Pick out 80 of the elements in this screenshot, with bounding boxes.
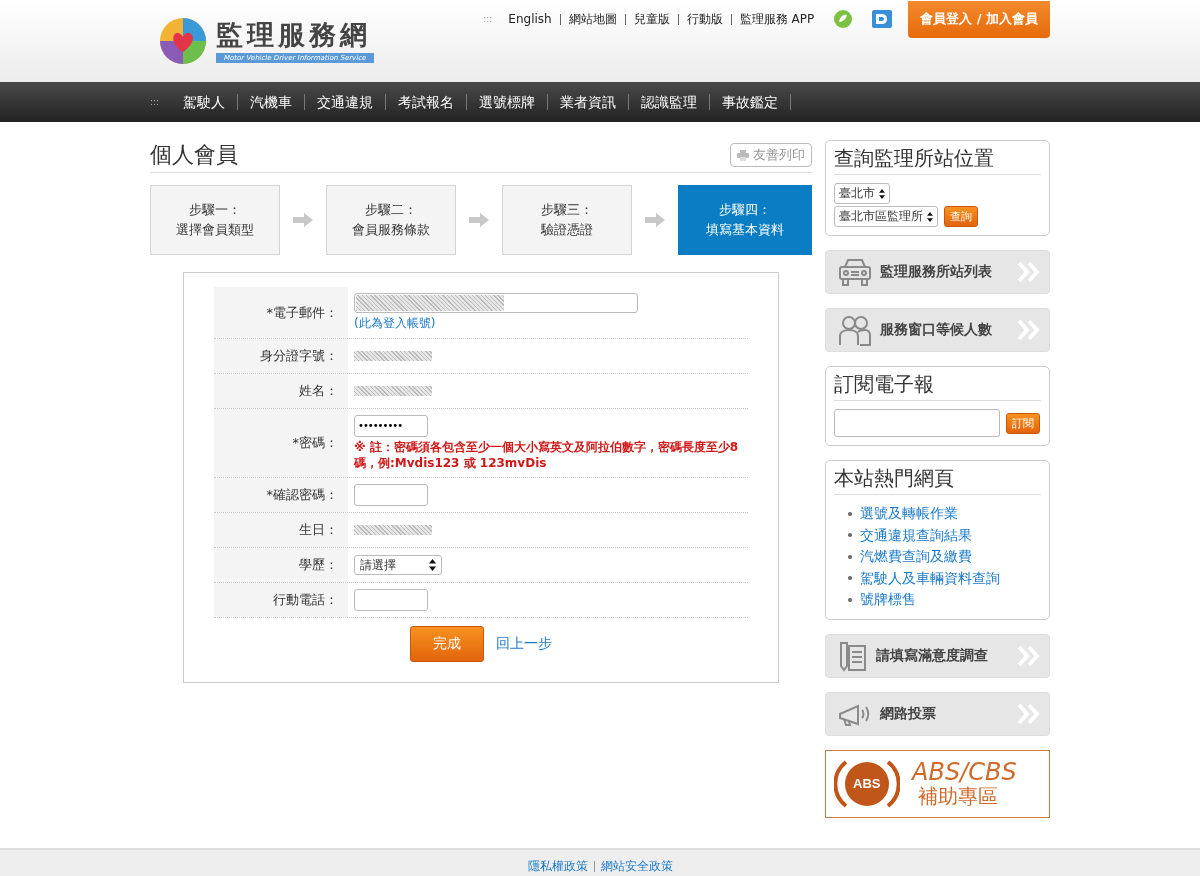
nav-marker: ::: [150, 97, 160, 107]
mark-icon[interactable] [872, 10, 893, 28]
back-link[interactable]: 回上一步 [496, 635, 552, 653]
updown-icon [927, 211, 933, 222]
bullet-icon [848, 576, 852, 581]
field-label: *電子郵件： [214, 287, 348, 338]
double-chevron-icon [1017, 644, 1041, 667]
links-marker: ::: [483, 14, 493, 24]
double-chevron-icon [1017, 702, 1041, 725]
arrow-icon [293, 213, 313, 227]
popular-link[interactable]: 駕駛人及車輛資料查詢 [860, 567, 1000, 589]
step-box: 步驟二： 會員服務條款 [326, 185, 456, 255]
site-title: 監理服務網 [216, 19, 372, 51]
printer-icon [737, 149, 749, 161]
car-icon [838, 257, 872, 287]
header-link[interactable]: 兒童版 [633, 10, 670, 28]
popular-link[interactable]: 汽燃費查詢及繳費 [860, 546, 972, 568]
bullet-icon [848, 554, 852, 559]
input-field[interactable] [354, 589, 428, 611]
sidebar-link[interactable]: 服務窗口等候人數 [825, 308, 1050, 352]
field-label: 生日： [214, 513, 348, 547]
field-label: 身分證字號： [214, 339, 348, 373]
field-label: 行動電話： [214, 583, 348, 617]
updown-icon [879, 188, 885, 199]
footer-link[interactable]: 隱私權政策 [527, 858, 588, 875]
bullet-icon [848, 533, 852, 538]
header-link[interactable]: 行動版 [686, 10, 723, 28]
footer-link[interactable]: 網站安全政策 [600, 858, 673, 875]
bullet-icon [848, 597, 852, 602]
double-chevron-icon [1017, 261, 1041, 283]
field-label: 姓名： [214, 374, 348, 408]
bullet-icon [848, 511, 852, 516]
email-field[interactable] [354, 293, 638, 313]
education-select[interactable]: 請選擇 [354, 555, 442, 575]
abs-banner[interactable]: ABS ABS/CBS 補助專區 [825, 749, 1050, 818]
popular-link[interactable]: 號牌標售 [860, 589, 916, 611]
header-link[interactable]: English [508, 12, 552, 26]
nav-item[interactable]: 交通違規 [305, 94, 387, 110]
city-select[interactable]: 臺北市 [834, 183, 890, 204]
arrow-icon [645, 213, 665, 227]
nav-item[interactable]: 認識監理 [629, 94, 711, 110]
popular-link[interactable]: 交通違規查詢結果 [860, 524, 972, 546]
updown-icon [429, 559, 436, 571]
step-box: 步驟三： 驗證憑證 [502, 185, 632, 255]
nav-item[interactable]: 駕駛人 [171, 94, 239, 110]
header-link[interactable]: 網站地圖 [568, 10, 617, 28]
nav-item[interactable]: 業者資訊 [548, 94, 630, 110]
banner-title: ABS/CBS [912, 759, 1017, 784]
header-link[interactable]: 監理服務 APP [739, 10, 815, 28]
double-chevron-icon [1017, 319, 1041, 341]
field-label: 學歷： [214, 548, 348, 582]
sidebar-link[interactable]: 監理服務所站列表 [825, 250, 1050, 294]
field-hint: (此為登入帳號) [354, 315, 436, 332]
logo-icon [158, 16, 208, 66]
document-icon [838, 639, 868, 672]
office-select[interactable]: 臺北市區監理所 [834, 206, 938, 227]
step-box: 步驟一： 選擇會員類型 [150, 185, 280, 255]
nav-item[interactable]: 汽機車 [238, 94, 306, 110]
banner-subtitle: 補助專區 [917, 783, 999, 808]
email-field[interactable] [834, 409, 1000, 437]
box-title: 查詢監理所站位置 [834, 145, 1041, 175]
nav-item[interactable]: 考試報名 [386, 94, 468, 110]
input-field[interactable] [354, 484, 428, 506]
sidebar-link[interactable]: 網路投票 [825, 691, 1050, 736]
nav-item[interactable]: 選號標牌 [467, 94, 549, 110]
sidebar-link[interactable]: 請填寫滿意度調查 [825, 633, 1050, 678]
page-title: 個人會員 [150, 141, 238, 169]
people-icon [838, 314, 872, 346]
password-note: ※ 註：密碼須各包含至少一個大小寫英文及阿拉伯數字，密碼長度至少8碼，例:Mvdis123 或 123mvDis [354, 439, 740, 471]
field-label: *確認密碼： [214, 478, 348, 512]
nav-item[interactable]: 事故鑑定 [710, 94, 792, 110]
step-box: 步驟四： 填寫基本資料 [678, 185, 812, 255]
arrow-icon [469, 213, 489, 227]
box-title: 本站熱門網頁 [834, 465, 1041, 495]
password-field[interactable]: ••••••••• [354, 415, 428, 437]
field-label: *密碼： [214, 409, 348, 477]
box-title: 訂閱電子報 [834, 371, 1041, 401]
popular-link[interactable]: 選號及轉帳作業 [860, 503, 958, 525]
abs-badge-text: ABS [853, 775, 881, 791]
leaf-icon[interactable] [834, 10, 853, 28]
